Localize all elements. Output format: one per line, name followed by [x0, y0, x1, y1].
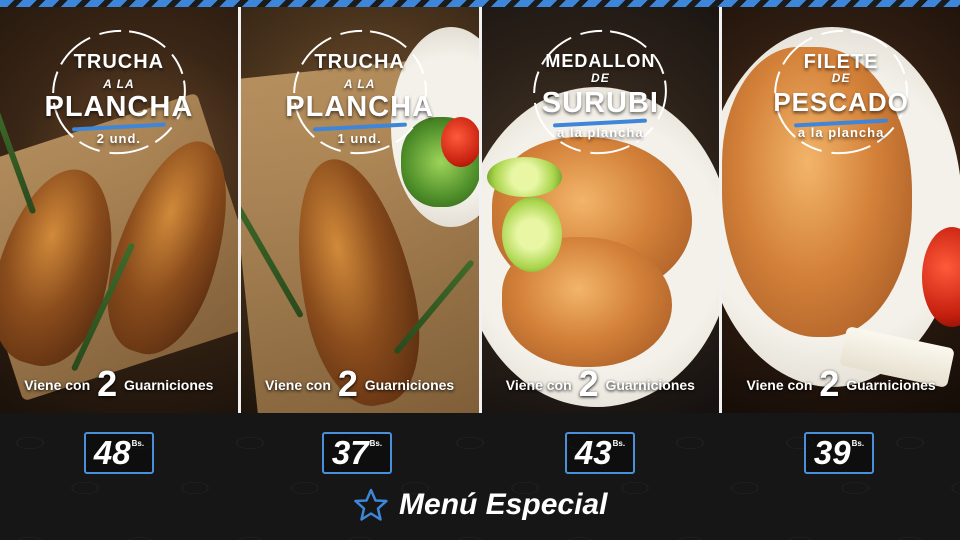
- menu-card-filete[interactable]: FILETE DE PESCADO a la plancha Viene con…: [722, 7, 960, 413]
- special-menu-title: Menú Especial: [399, 488, 608, 521]
- dish-note: a la plancha: [797, 125, 885, 140]
- dish-name-line2: A LA: [343, 77, 376, 91]
- special-menu-label: Menú Especial: [0, 487, 960, 523]
- dish-name-line2: DE: [831, 71, 851, 85]
- sides-suffix: Guarniciones: [605, 377, 695, 393]
- sides-info: Viene con 2 Guarniciones: [0, 363, 238, 405]
- dish-title-badge: MEDALLON DE SURUBI a la plancha: [525, 27, 675, 157]
- sides-suffix: Guarniciones: [846, 377, 936, 393]
- price-value: 48: [93, 434, 131, 471]
- price-tag-trucha-1[interactable]: 37Bs.: [322, 432, 392, 474]
- menu-panels: TRUCHA A LA PLANCHA 2 und. Viene con 2 G…: [0, 7, 960, 413]
- price-tag-filete[interactable]: 39Bs.: [804, 432, 874, 474]
- top-stripe-decoration: [0, 0, 960, 7]
- dish-name-line1: TRUCHA: [314, 51, 405, 73]
- dish-name-line3: SURUBI: [541, 87, 659, 119]
- price-tag-surubi[interactable]: 43Bs.: [565, 432, 635, 474]
- sides-info: Viene con 2 Guarniciones: [482, 363, 720, 405]
- sides-suffix: Guarniciones: [123, 377, 214, 393]
- sides-prefix: Viene con: [265, 377, 331, 393]
- dish-name-line1: TRUCHA: [73, 51, 165, 73]
- price-value: 37: [331, 434, 369, 471]
- sides-count: 2: [819, 363, 840, 404]
- sides-count: 2: [97, 363, 118, 404]
- price-currency: Bs.: [612, 439, 626, 448]
- dish-note: 1 und.: [337, 131, 382, 146]
- sides-count: 2: [337, 363, 358, 404]
- menu-card-trucha-2[interactable]: TRUCHA A LA PLANCHA 2 und. Viene con 2 G…: [0, 7, 238, 413]
- dish-name-line2: A LA: [103, 77, 135, 91]
- dish-note: a la plancha: [557, 125, 644, 140]
- price-value: 43: [574, 434, 612, 471]
- price-currency: Bs.: [851, 439, 865, 448]
- dish-name-line3: PLANCHA: [44, 91, 194, 123]
- lime-image: [501, 197, 562, 272]
- lime-image: [486, 157, 562, 197]
- menu-card-surubi[interactable]: MEDALLON DE SURUBI a la plancha Viene co…: [481, 7, 720, 413]
- star-icon: [353, 487, 389, 523]
- footer-bar: 48Bs. 37Bs. 43Bs. 39Bs. Menú Especial: [0, 413, 960, 540]
- sides-prefix: Viene con: [746, 377, 813, 393]
- dish-name-line3: PESCADO: [773, 87, 909, 117]
- dish-name-line3: PLANCHA: [285, 91, 435, 123]
- dish-note: 2 und.: [96, 131, 142, 146]
- price-value: 39: [813, 434, 851, 471]
- tomato-image: [440, 117, 479, 167]
- price-tag-trucha-2[interactable]: 48Bs.: [84, 432, 154, 474]
- dish-title-badge: FILETE DE PESCADO a la plancha: [766, 27, 916, 157]
- price-currency: Bs.: [369, 439, 383, 448]
- sides-info: Viene con 2 Guarniciones: [722, 363, 960, 405]
- sides-count: 2: [578, 363, 599, 404]
- sides-prefix: Viene con: [505, 377, 572, 393]
- sides-suffix: Guarniciones: [364, 377, 455, 393]
- sides-info: Viene con 2 Guarniciones: [241, 363, 479, 405]
- dish-title-badge: TRUCHA A LA PLANCHA 2 und.: [44, 27, 194, 157]
- menu-card-trucha-1[interactable]: TRUCHA A LA PLANCHA 1 und. Viene con 2 G…: [240, 7, 479, 413]
- sides-prefix: Viene con: [24, 377, 91, 393]
- dish-title-badge: TRUCHA A LA PLANCHA 1 und.: [285, 27, 435, 157]
- price-currency: Bs.: [131, 439, 145, 448]
- dish-name-line1: MEDALLON: [545, 51, 656, 71]
- dish-name-line2: DE: [591, 71, 610, 85]
